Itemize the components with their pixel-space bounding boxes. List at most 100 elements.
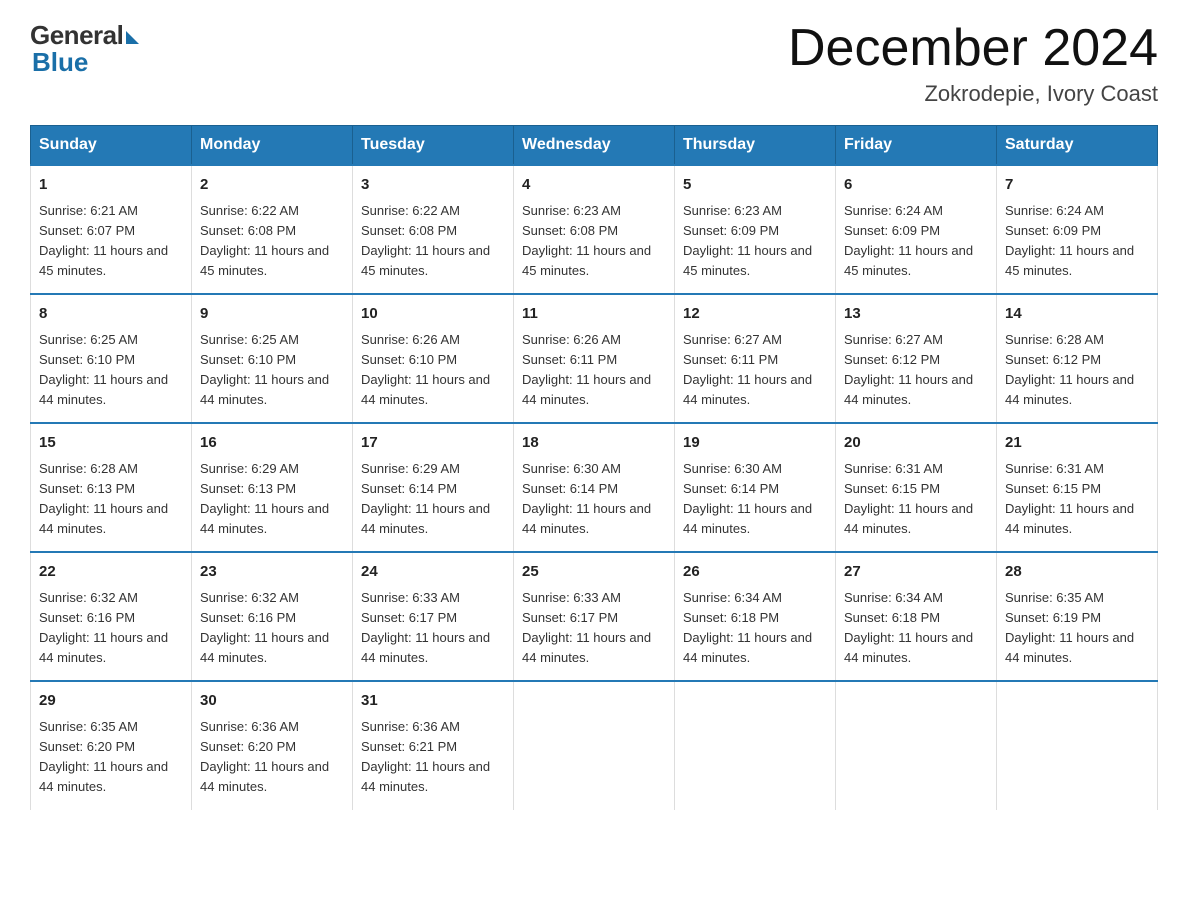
calendar-day-cell: 24 Sunrise: 6:33 AMSunset: 6:17 PMDayligh…: [353, 552, 514, 681]
day-info: Sunrise: 6:31 AMSunset: 6:15 PMDaylight:…: [1005, 461, 1134, 536]
day-number: 25: [522, 561, 666, 584]
day-number: 16: [200, 432, 344, 455]
calendar-day-cell: 28 Sunrise: 6:35 AMSunset: 6:19 PMDayligh…: [997, 552, 1158, 681]
day-info: Sunrise: 6:29 AMSunset: 6:13 PMDaylight:…: [200, 461, 329, 536]
day-number: 14: [1005, 303, 1149, 326]
calendar-day-cell: 12 Sunrise: 6:27 AMSunset: 6:11 PMDayligh…: [675, 294, 836, 423]
day-number: 22: [39, 561, 183, 584]
day-number: 20: [844, 432, 988, 455]
day-number: 19: [683, 432, 827, 455]
day-info: Sunrise: 6:36 AMSunset: 6:21 PMDaylight:…: [361, 719, 490, 794]
day-info: Sunrise: 6:32 AMSunset: 6:16 PMDaylight:…: [39, 590, 168, 665]
day-number: 3: [361, 174, 505, 197]
calendar-day-cell: 29 Sunrise: 6:35 AMSunset: 6:20 PMDayligh…: [31, 681, 192, 809]
calendar-day-cell: 23 Sunrise: 6:32 AMSunset: 6:16 PMDayligh…: [192, 552, 353, 681]
calendar-day-cell: 6Sunrise: 6:24 AMSunset: 6:09 PMDaylight…: [836, 165, 997, 294]
day-info: Sunrise: 6:28 AMSunset: 6:13 PMDaylight:…: [39, 461, 168, 536]
day-info: Sunrise: 6:35 AMSunset: 6:19 PMDaylight:…: [1005, 590, 1134, 665]
calendar-day-cell: [836, 681, 997, 809]
calendar-day-cell: 1 Sunrise: 6:21 AMSunset: 6:07 PMDaylight…: [31, 165, 192, 294]
day-number: 9: [200, 303, 344, 326]
calendar-week-row: 1 Sunrise: 6:21 AMSunset: 6:07 PMDaylight…: [31, 165, 1158, 294]
day-info: Sunrise: 6:24 AMSunset: 6:09 PMDaylight:…: [1005, 203, 1134, 278]
day-info: Sunrise: 6:23 AMSunset: 6:09 PMDaylight:…: [683, 203, 812, 278]
day-number: 23: [200, 561, 344, 584]
day-info: Sunrise: 6:29 AMSunset: 6:14 PMDaylight:…: [361, 461, 490, 536]
calendar-day-cell: 16 Sunrise: 6:29 AMSunset: 6:13 PMDayligh…: [192, 423, 353, 552]
day-info: Sunrise: 6:36 AMSunset: 6:20 PMDaylight:…: [200, 719, 329, 794]
day-info: Sunrise: 6:30 AMSunset: 6:14 PMDaylight:…: [522, 461, 651, 536]
calendar-day-cell: 3 Sunrise: 6:22 AMSunset: 6:08 PMDaylight…: [353, 165, 514, 294]
day-info: Sunrise: 6:32 AMSunset: 6:16 PMDaylight:…: [200, 590, 329, 665]
day-number: 27: [844, 561, 988, 584]
calendar-header-wednesday: Wednesday: [514, 126, 675, 166]
calendar-week-row: 29 Sunrise: 6:35 AMSunset: 6:20 PMDayligh…: [31, 681, 1158, 809]
day-number: 11: [522, 303, 666, 326]
day-number: 24: [361, 561, 505, 584]
logo-arrow-icon: [126, 31, 139, 44]
calendar-header-row: SundayMondayTuesdayWednesdayThursdayFrid…: [31, 126, 1158, 166]
page-header: General Blue December 2024 Zokrodepie, I…: [30, 20, 1158, 107]
calendar-day-cell: 21 Sunrise: 6:31 AMSunset: 6:15 PMDayligh…: [997, 423, 1158, 552]
calendar-table: SundayMondayTuesdayWednesdayThursdayFrid…: [30, 125, 1158, 809]
calendar-day-cell: 15 Sunrise: 6:28 AMSunset: 6:13 PMDayligh…: [31, 423, 192, 552]
day-info: Sunrise: 6:28 AMSunset: 6:12 PMDaylight:…: [1005, 332, 1134, 407]
calendar-week-row: 8 Sunrise: 6:25 AMSunset: 6:10 PMDaylight…: [31, 294, 1158, 423]
day-number: 10: [361, 303, 505, 326]
day-number: 28: [1005, 561, 1149, 584]
day-info: Sunrise: 6:34 AMSunset: 6:18 PMDaylight:…: [683, 590, 812, 665]
day-info: Sunrise: 6:27 AMSunset: 6:12 PMDaylight:…: [844, 332, 973, 407]
day-info: Sunrise: 6:30 AMSunset: 6:14 PMDaylight:…: [683, 461, 812, 536]
calendar-day-cell: 7 Sunrise: 6:24 AMSunset: 6:09 PMDaylight…: [997, 165, 1158, 294]
day-number: 4: [522, 174, 666, 197]
calendar-day-cell: 19 Sunrise: 6:30 AMSunset: 6:14 PMDayligh…: [675, 423, 836, 552]
day-info: Sunrise: 6:27 AMSunset: 6:11 PMDaylight:…: [683, 332, 812, 407]
day-number: 15: [39, 432, 183, 455]
calendar-day-cell: 18 Sunrise: 6:30 AMSunset: 6:14 PMDayligh…: [514, 423, 675, 552]
day-info: Sunrise: 6:25 AMSunset: 6:10 PMDaylight:…: [200, 332, 329, 407]
location: Zokrodepie, Ivory Coast: [788, 81, 1158, 107]
day-info: Sunrise: 6:26 AMSunset: 6:11 PMDaylight:…: [522, 332, 651, 407]
calendar-day-cell: 11 Sunrise: 6:26 AMSunset: 6:11 PMDayligh…: [514, 294, 675, 423]
day-number: 21: [1005, 432, 1149, 455]
month-title: December 2024: [788, 20, 1158, 77]
calendar-day-cell: 27Sunrise: 6:34 AMSunset: 6:18 PMDayligh…: [836, 552, 997, 681]
day-number: 17: [361, 432, 505, 455]
day-info: Sunrise: 6:22 AMSunset: 6:08 PMDaylight:…: [200, 203, 329, 278]
day-number: 29: [39, 690, 183, 713]
calendar-header-friday: Friday: [836, 126, 997, 166]
day-number: 7: [1005, 174, 1149, 197]
calendar-day-cell: 8 Sunrise: 6:25 AMSunset: 6:10 PMDaylight…: [31, 294, 192, 423]
day-info: Sunrise: 6:25 AMSunset: 6:10 PMDaylight:…: [39, 332, 168, 407]
day-info: Sunrise: 6:35 AMSunset: 6:20 PMDaylight:…: [39, 719, 168, 794]
calendar-day-cell: 14 Sunrise: 6:28 AMSunset: 6:12 PMDayligh…: [997, 294, 1158, 423]
calendar-day-cell: 17 Sunrise: 6:29 AMSunset: 6:14 PMDayligh…: [353, 423, 514, 552]
day-info: Sunrise: 6:22 AMSunset: 6:08 PMDaylight:…: [361, 203, 490, 278]
day-number: 26: [683, 561, 827, 584]
logo: General Blue: [30, 20, 139, 78]
calendar-day-cell: [997, 681, 1158, 809]
day-info: Sunrise: 6:33 AMSunset: 6:17 PMDaylight:…: [522, 590, 651, 665]
day-number: 5: [683, 174, 827, 197]
day-number: 31: [361, 690, 505, 713]
calendar-day-cell: 31 Sunrise: 6:36 AMSunset: 6:21 PMDayligh…: [353, 681, 514, 809]
calendar-header-monday: Monday: [192, 126, 353, 166]
day-info: Sunrise: 6:21 AMSunset: 6:07 PMDaylight:…: [39, 203, 168, 278]
calendar-day-cell: [514, 681, 675, 809]
title-block: December 2024 Zokrodepie, Ivory Coast: [788, 20, 1158, 107]
day-number: 1: [39, 174, 183, 197]
calendar-header-sunday: Sunday: [31, 126, 192, 166]
day-info: Sunrise: 6:23 AMSunset: 6:08 PMDaylight:…: [522, 203, 651, 278]
day-number: 30: [200, 690, 344, 713]
day-info: Sunrise: 6:24 AMSunset: 6:09 PMDaylight:…: [844, 203, 973, 278]
day-info: Sunrise: 6:26 AMSunset: 6:10 PMDaylight:…: [361, 332, 490, 407]
day-number: 12: [683, 303, 827, 326]
day-number: 8: [39, 303, 183, 326]
calendar-week-row: 15 Sunrise: 6:28 AMSunset: 6:13 PMDayligh…: [31, 423, 1158, 552]
day-number: 18: [522, 432, 666, 455]
calendar-header-thursday: Thursday: [675, 126, 836, 166]
calendar-header-tuesday: Tuesday: [353, 126, 514, 166]
calendar-day-cell: 9 Sunrise: 6:25 AMSunset: 6:10 PMDaylight…: [192, 294, 353, 423]
day-info: Sunrise: 6:33 AMSunset: 6:17 PMDaylight:…: [361, 590, 490, 665]
day-info: Sunrise: 6:31 AMSunset: 6:15 PMDaylight:…: [844, 461, 973, 536]
